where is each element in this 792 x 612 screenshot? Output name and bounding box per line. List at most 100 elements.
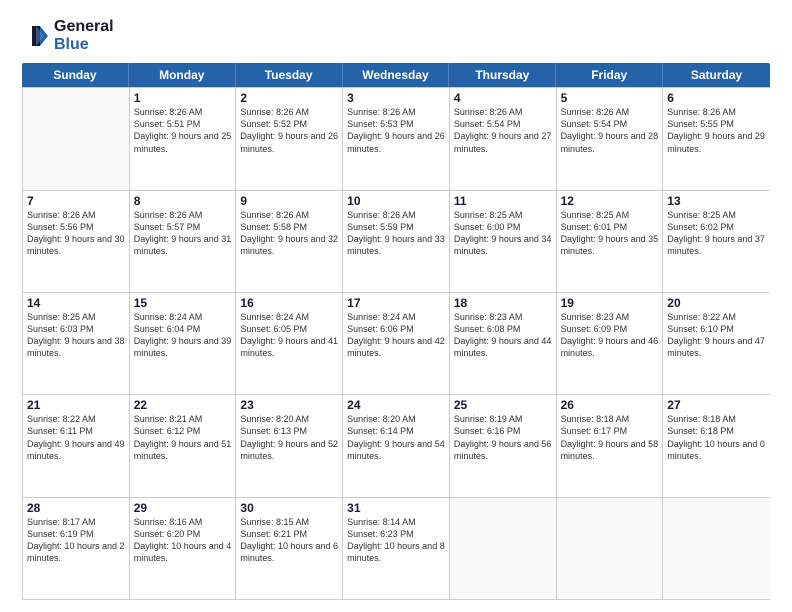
calendar-cell: 27Sunrise: 8:18 AM Sunset: 6:18 PM Dayli…: [663, 395, 770, 496]
calendar-cell: 21Sunrise: 8:22 AM Sunset: 6:11 PM Dayli…: [23, 395, 130, 496]
day-number: 20: [667, 296, 766, 310]
page: General Blue SundayMondayTuesdayWednesda…: [0, 0, 792, 612]
logo-icon: [22, 22, 50, 50]
calendar-cell: 26Sunrise: 8:18 AM Sunset: 6:17 PM Dayli…: [557, 395, 664, 496]
calendar-cell: 30Sunrise: 8:15 AM Sunset: 6:21 PM Dayli…: [236, 498, 343, 599]
day-number: 5: [561, 91, 659, 105]
calendar-cell: [557, 498, 664, 599]
calendar-cell: 20Sunrise: 8:22 AM Sunset: 6:10 PM Dayli…: [663, 293, 770, 394]
day-info: Sunrise: 8:25 AM Sunset: 6:02 PM Dayligh…: [667, 209, 766, 258]
calendar-cell: 11Sunrise: 8:25 AM Sunset: 6:00 PM Dayli…: [450, 191, 557, 292]
day-number: 31: [347, 501, 445, 515]
day-number: 21: [27, 398, 125, 412]
day-info: Sunrise: 8:26 AM Sunset: 5:57 PM Dayligh…: [134, 209, 232, 258]
day-info: Sunrise: 8:25 AM Sunset: 6:03 PM Dayligh…: [27, 311, 125, 360]
day-info: Sunrise: 8:26 AM Sunset: 5:51 PM Dayligh…: [134, 106, 232, 155]
calendar-row-0: 1Sunrise: 8:26 AM Sunset: 5:51 PM Daylig…: [23, 87, 770, 189]
day-info: Sunrise: 8:18 AM Sunset: 6:18 PM Dayligh…: [667, 413, 766, 462]
calendar-cell: 5Sunrise: 8:26 AM Sunset: 5:54 PM Daylig…: [557, 88, 664, 189]
weekday-header-monday: Monday: [129, 63, 236, 87]
day-info: Sunrise: 8:26 AM Sunset: 5:53 PM Dayligh…: [347, 106, 445, 155]
day-info: Sunrise: 8:25 AM Sunset: 6:00 PM Dayligh…: [454, 209, 552, 258]
day-info: Sunrise: 8:26 AM Sunset: 5:55 PM Dayligh…: [667, 106, 766, 155]
weekday-header-sunday: Sunday: [22, 63, 129, 87]
calendar-cell: 22Sunrise: 8:21 AM Sunset: 6:12 PM Dayli…: [130, 395, 237, 496]
calendar-cell: 18Sunrise: 8:23 AM Sunset: 6:08 PM Dayli…: [450, 293, 557, 394]
calendar-cell: 7Sunrise: 8:26 AM Sunset: 5:56 PM Daylig…: [23, 191, 130, 292]
day-info: Sunrise: 8:18 AM Sunset: 6:17 PM Dayligh…: [561, 413, 659, 462]
calendar-cell: [663, 498, 770, 599]
day-info: Sunrise: 8:26 AM Sunset: 5:52 PM Dayligh…: [240, 106, 338, 155]
calendar-cell: 4Sunrise: 8:26 AM Sunset: 5:54 PM Daylig…: [450, 88, 557, 189]
calendar-cell: 13Sunrise: 8:25 AM Sunset: 6:02 PM Dayli…: [663, 191, 770, 292]
calendar-cell: 19Sunrise: 8:23 AM Sunset: 6:09 PM Dayli…: [557, 293, 664, 394]
calendar: SundayMondayTuesdayWednesdayThursdayFrid…: [22, 63, 770, 600]
day-info: Sunrise: 8:26 AM Sunset: 5:56 PM Dayligh…: [27, 209, 125, 258]
day-number: 29: [134, 501, 232, 515]
weekday-header-wednesday: Wednesday: [343, 63, 450, 87]
day-number: 2: [240, 91, 338, 105]
calendar-cell: [23, 88, 130, 189]
day-number: 6: [667, 91, 766, 105]
day-number: 24: [347, 398, 445, 412]
header: General Blue: [22, 18, 770, 53]
calendar-cell: 8Sunrise: 8:26 AM Sunset: 5:57 PM Daylig…: [130, 191, 237, 292]
calendar-cell: 28Sunrise: 8:17 AM Sunset: 6:19 PM Dayli…: [23, 498, 130, 599]
calendar-row-2: 14Sunrise: 8:25 AM Sunset: 6:03 PM Dayli…: [23, 292, 770, 394]
day-number: 26: [561, 398, 659, 412]
day-number: 10: [347, 194, 445, 208]
calendar-cell: 17Sunrise: 8:24 AM Sunset: 6:06 PM Dayli…: [343, 293, 450, 394]
day-number: 25: [454, 398, 552, 412]
weekday-header-saturday: Saturday: [663, 63, 770, 87]
day-number: 11: [454, 194, 552, 208]
weekday-header-thursday: Thursday: [449, 63, 556, 87]
day-number: 14: [27, 296, 125, 310]
calendar-cell: 3Sunrise: 8:26 AM Sunset: 5:53 PM Daylig…: [343, 88, 450, 189]
day-number: 19: [561, 296, 659, 310]
calendar-cell: 9Sunrise: 8:26 AM Sunset: 5:58 PM Daylig…: [236, 191, 343, 292]
day-info: Sunrise: 8:22 AM Sunset: 6:11 PM Dayligh…: [27, 413, 125, 462]
calendar-cell: 31Sunrise: 8:14 AM Sunset: 6:23 PM Dayli…: [343, 498, 450, 599]
day-number: 17: [347, 296, 445, 310]
day-info: Sunrise: 8:26 AM Sunset: 5:54 PM Dayligh…: [561, 106, 659, 155]
day-info: Sunrise: 8:23 AM Sunset: 6:08 PM Dayligh…: [454, 311, 552, 360]
day-info: Sunrise: 8:15 AM Sunset: 6:21 PM Dayligh…: [240, 516, 338, 565]
logo: General Blue: [22, 18, 114, 53]
calendar-cell: 14Sunrise: 8:25 AM Sunset: 6:03 PM Dayli…: [23, 293, 130, 394]
day-info: Sunrise: 8:20 AM Sunset: 6:13 PM Dayligh…: [240, 413, 338, 462]
day-info: Sunrise: 8:24 AM Sunset: 6:06 PM Dayligh…: [347, 311, 445, 360]
day-info: Sunrise: 8:22 AM Sunset: 6:10 PM Dayligh…: [667, 311, 766, 360]
calendar-cell: 29Sunrise: 8:16 AM Sunset: 6:20 PM Dayli…: [130, 498, 237, 599]
day-info: Sunrise: 8:21 AM Sunset: 6:12 PM Dayligh…: [134, 413, 232, 462]
weekday-header-friday: Friday: [556, 63, 663, 87]
day-number: 15: [134, 296, 232, 310]
calendar-cell: [450, 498, 557, 599]
day-info: Sunrise: 8:25 AM Sunset: 6:01 PM Dayligh…: [561, 209, 659, 258]
calendar-row-3: 21Sunrise: 8:22 AM Sunset: 6:11 PM Dayli…: [23, 394, 770, 496]
day-number: 18: [454, 296, 552, 310]
calendar-header: SundayMondayTuesdayWednesdayThursdayFrid…: [22, 63, 770, 87]
day-info: Sunrise: 8:26 AM Sunset: 5:59 PM Dayligh…: [347, 209, 445, 258]
day-number: 4: [454, 91, 552, 105]
day-info: Sunrise: 8:24 AM Sunset: 6:05 PM Dayligh…: [240, 311, 338, 360]
calendar-cell: 12Sunrise: 8:25 AM Sunset: 6:01 PM Dayli…: [557, 191, 664, 292]
day-number: 12: [561, 194, 659, 208]
day-number: 3: [347, 91, 445, 105]
weekday-header-tuesday: Tuesday: [236, 63, 343, 87]
day-number: 30: [240, 501, 338, 515]
logo-text: General Blue: [54, 18, 114, 53]
day-info: Sunrise: 8:19 AM Sunset: 6:16 PM Dayligh…: [454, 413, 552, 462]
day-info: Sunrise: 8:26 AM Sunset: 5:54 PM Dayligh…: [454, 106, 552, 155]
day-number: 13: [667, 194, 766, 208]
calendar-row-1: 7Sunrise: 8:26 AM Sunset: 5:56 PM Daylig…: [23, 190, 770, 292]
day-number: 28: [27, 501, 125, 515]
day-number: 22: [134, 398, 232, 412]
calendar-cell: 24Sunrise: 8:20 AM Sunset: 6:14 PM Dayli…: [343, 395, 450, 496]
day-number: 23: [240, 398, 338, 412]
day-number: 1: [134, 91, 232, 105]
day-info: Sunrise: 8:14 AM Sunset: 6:23 PM Dayligh…: [347, 516, 445, 565]
calendar-cell: 16Sunrise: 8:24 AM Sunset: 6:05 PM Dayli…: [236, 293, 343, 394]
calendar-cell: 10Sunrise: 8:26 AM Sunset: 5:59 PM Dayli…: [343, 191, 450, 292]
day-number: 8: [134, 194, 232, 208]
calendar-cell: 23Sunrise: 8:20 AM Sunset: 6:13 PM Dayli…: [236, 395, 343, 496]
